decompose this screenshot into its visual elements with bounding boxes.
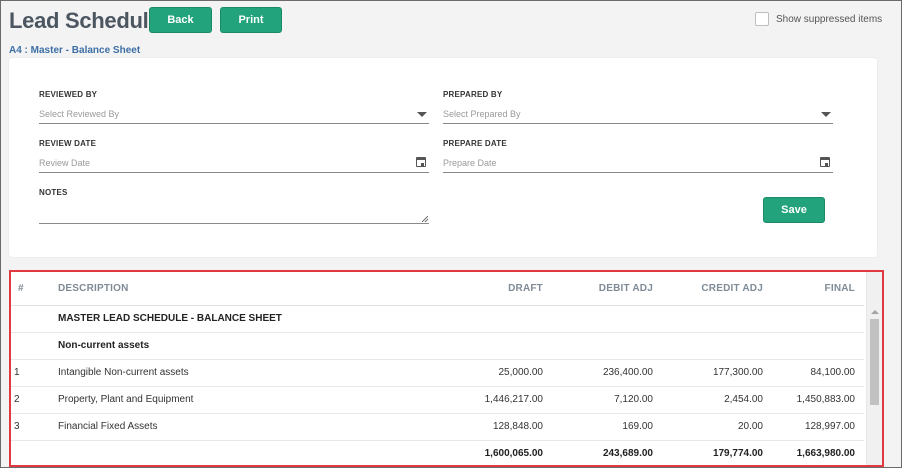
prepare-date-label: PREPARE DATE: [443, 139, 507, 148]
total-credit-adj: 179,774.00: [663, 440, 773, 465]
notes-textarea[interactable]: [39, 205, 429, 224]
scroll-up-icon[interactable]: [871, 310, 879, 314]
resize-handle-icon[interactable]: [422, 216, 428, 222]
prepare-date-input[interactable]: Prepare Date: [443, 156, 833, 173]
reviewed-by-placeholder: Select Reviewed By: [39, 109, 120, 119]
group-row: Non-current assets: [11, 332, 864, 360]
column-header-final[interactable]: FINAL: [773, 272, 864, 306]
row-final: 128,997.00: [773, 413, 864, 441]
column-header-debit-adj[interactable]: DEBIT ADJ: [553, 272, 663, 306]
section-row: MASTER LEAD SCHEDULE - BALANCE SHEET: [11, 305, 864, 333]
show-suppressed-toggle[interactable]: Show suppressed items: [755, 12, 882, 26]
section-title: MASTER LEAD SCHEDULE - BALANCE SHEET: [58, 305, 393, 333]
notes-label: NOTES: [39, 188, 68, 197]
breadcrumb[interactable]: A4 : Master - Balance Sheet: [9, 45, 140, 56]
review-date-label: REVIEW DATE: [39, 139, 97, 148]
table-row[interactable]: 2 Property, Plant and Equipment 1,446,21…: [11, 386, 864, 414]
row-final: 1,450,883.00: [773, 386, 864, 414]
chevron-down-icon[interactable]: [417, 112, 427, 117]
table-header-row: # DESCRIPTION DRAFT DEBIT ADJ CREDIT ADJ…: [11, 272, 864, 306]
row-number: 2: [11, 386, 58, 414]
review-date-input[interactable]: Review Date: [39, 156, 429, 173]
row-credit-adj: 2,454.00: [663, 386, 773, 414]
save-button[interactable]: Save: [763, 197, 825, 223]
print-button[interactable]: Print: [220, 7, 282, 33]
signoff-form: REVIEWED BY Select Reviewed By PREPARED …: [9, 58, 877, 257]
prepared-by-placeholder: Select Prepared By: [443, 109, 521, 119]
row-number: 1: [11, 359, 58, 387]
row-draft: 128,848.00: [393, 413, 553, 441]
lead-schedule-table: # DESCRIPTION DRAFT DEBIT ADJ CREDIT ADJ…: [9, 270, 884, 467]
column-header-description[interactable]: DESCRIPTION: [58, 272, 393, 306]
prepared-by-label: PREPARED BY: [443, 90, 503, 99]
suppressed-checkbox[interactable]: [755, 12, 769, 26]
review-date-field: REVIEW DATE Review Date: [39, 139, 429, 173]
table-scrollbar[interactable]: [866, 272, 882, 465]
table-row[interactable]: 1 Intangible Non-current assets 25,000.0…: [11, 359, 864, 387]
row-draft: 1,446,217.00: [393, 386, 553, 414]
calendar-icon[interactable]: [416, 157, 426, 167]
total-draft: 1,600,065.00: [393, 440, 553, 465]
total-final: 1,663,980.00: [773, 440, 864, 465]
row-credit-adj: 177,300.00: [663, 359, 773, 387]
row-description[interactable]: Property, Plant and Equipment: [58, 386, 393, 414]
back-button[interactable]: Back: [149, 7, 212, 33]
row-final: 84,100.00: [773, 359, 864, 387]
prepared-by-field: PREPARED BY Select Prepared By: [443, 90, 833, 124]
review-date-placeholder: Review Date: [39, 158, 91, 168]
row-debit-adj: 169.00: [553, 413, 663, 441]
row-credit-adj: 20.00: [663, 413, 773, 441]
notes-field: NOTES: [39, 188, 429, 224]
reviewed-by-field: REVIEWED BY Select Reviewed By: [39, 90, 429, 124]
prepared-by-select[interactable]: Select Prepared By: [443, 107, 833, 124]
row-debit-adj: 236,400.00: [553, 359, 663, 387]
row-number: 3: [11, 413, 58, 441]
row-draft: 25,000.00: [393, 359, 553, 387]
row-description[interactable]: Financial Fixed Assets: [58, 413, 393, 441]
page-title: Lead Schedule: [9, 8, 161, 33]
show-suppressed-label: Show suppressed items: [776, 13, 883, 25]
column-header-number[interactable]: #: [11, 272, 58, 306]
chevron-down-icon[interactable]: [821, 112, 831, 117]
column-header-draft[interactable]: DRAFT: [393, 272, 553, 306]
totals-row: 1,600,065.00 243,689.00 179,774.00 1,663…: [11, 440, 864, 465]
reviewed-by-select[interactable]: Select Reviewed By: [39, 107, 429, 124]
group-title: Non-current assets: [58, 332, 393, 360]
prepare-date-field: PREPARE DATE Prepare Date: [443, 139, 833, 173]
row-description[interactable]: Intangible Non-current assets: [58, 359, 393, 387]
prepare-date-placeholder: Prepare Date: [443, 158, 497, 168]
total-debit-adj: 243,689.00: [553, 440, 663, 465]
reviewed-by-label: REVIEWED BY: [39, 90, 98, 99]
row-debit-adj: 7,120.00: [553, 386, 663, 414]
calendar-icon[interactable]: [820, 157, 830, 167]
scrollbar-thumb[interactable]: [870, 319, 879, 405]
column-header-credit-adj[interactable]: CREDIT ADJ: [663, 272, 773, 306]
table-row[interactable]: 3 Financial Fixed Assets 128,848.00 169.…: [11, 413, 864, 441]
